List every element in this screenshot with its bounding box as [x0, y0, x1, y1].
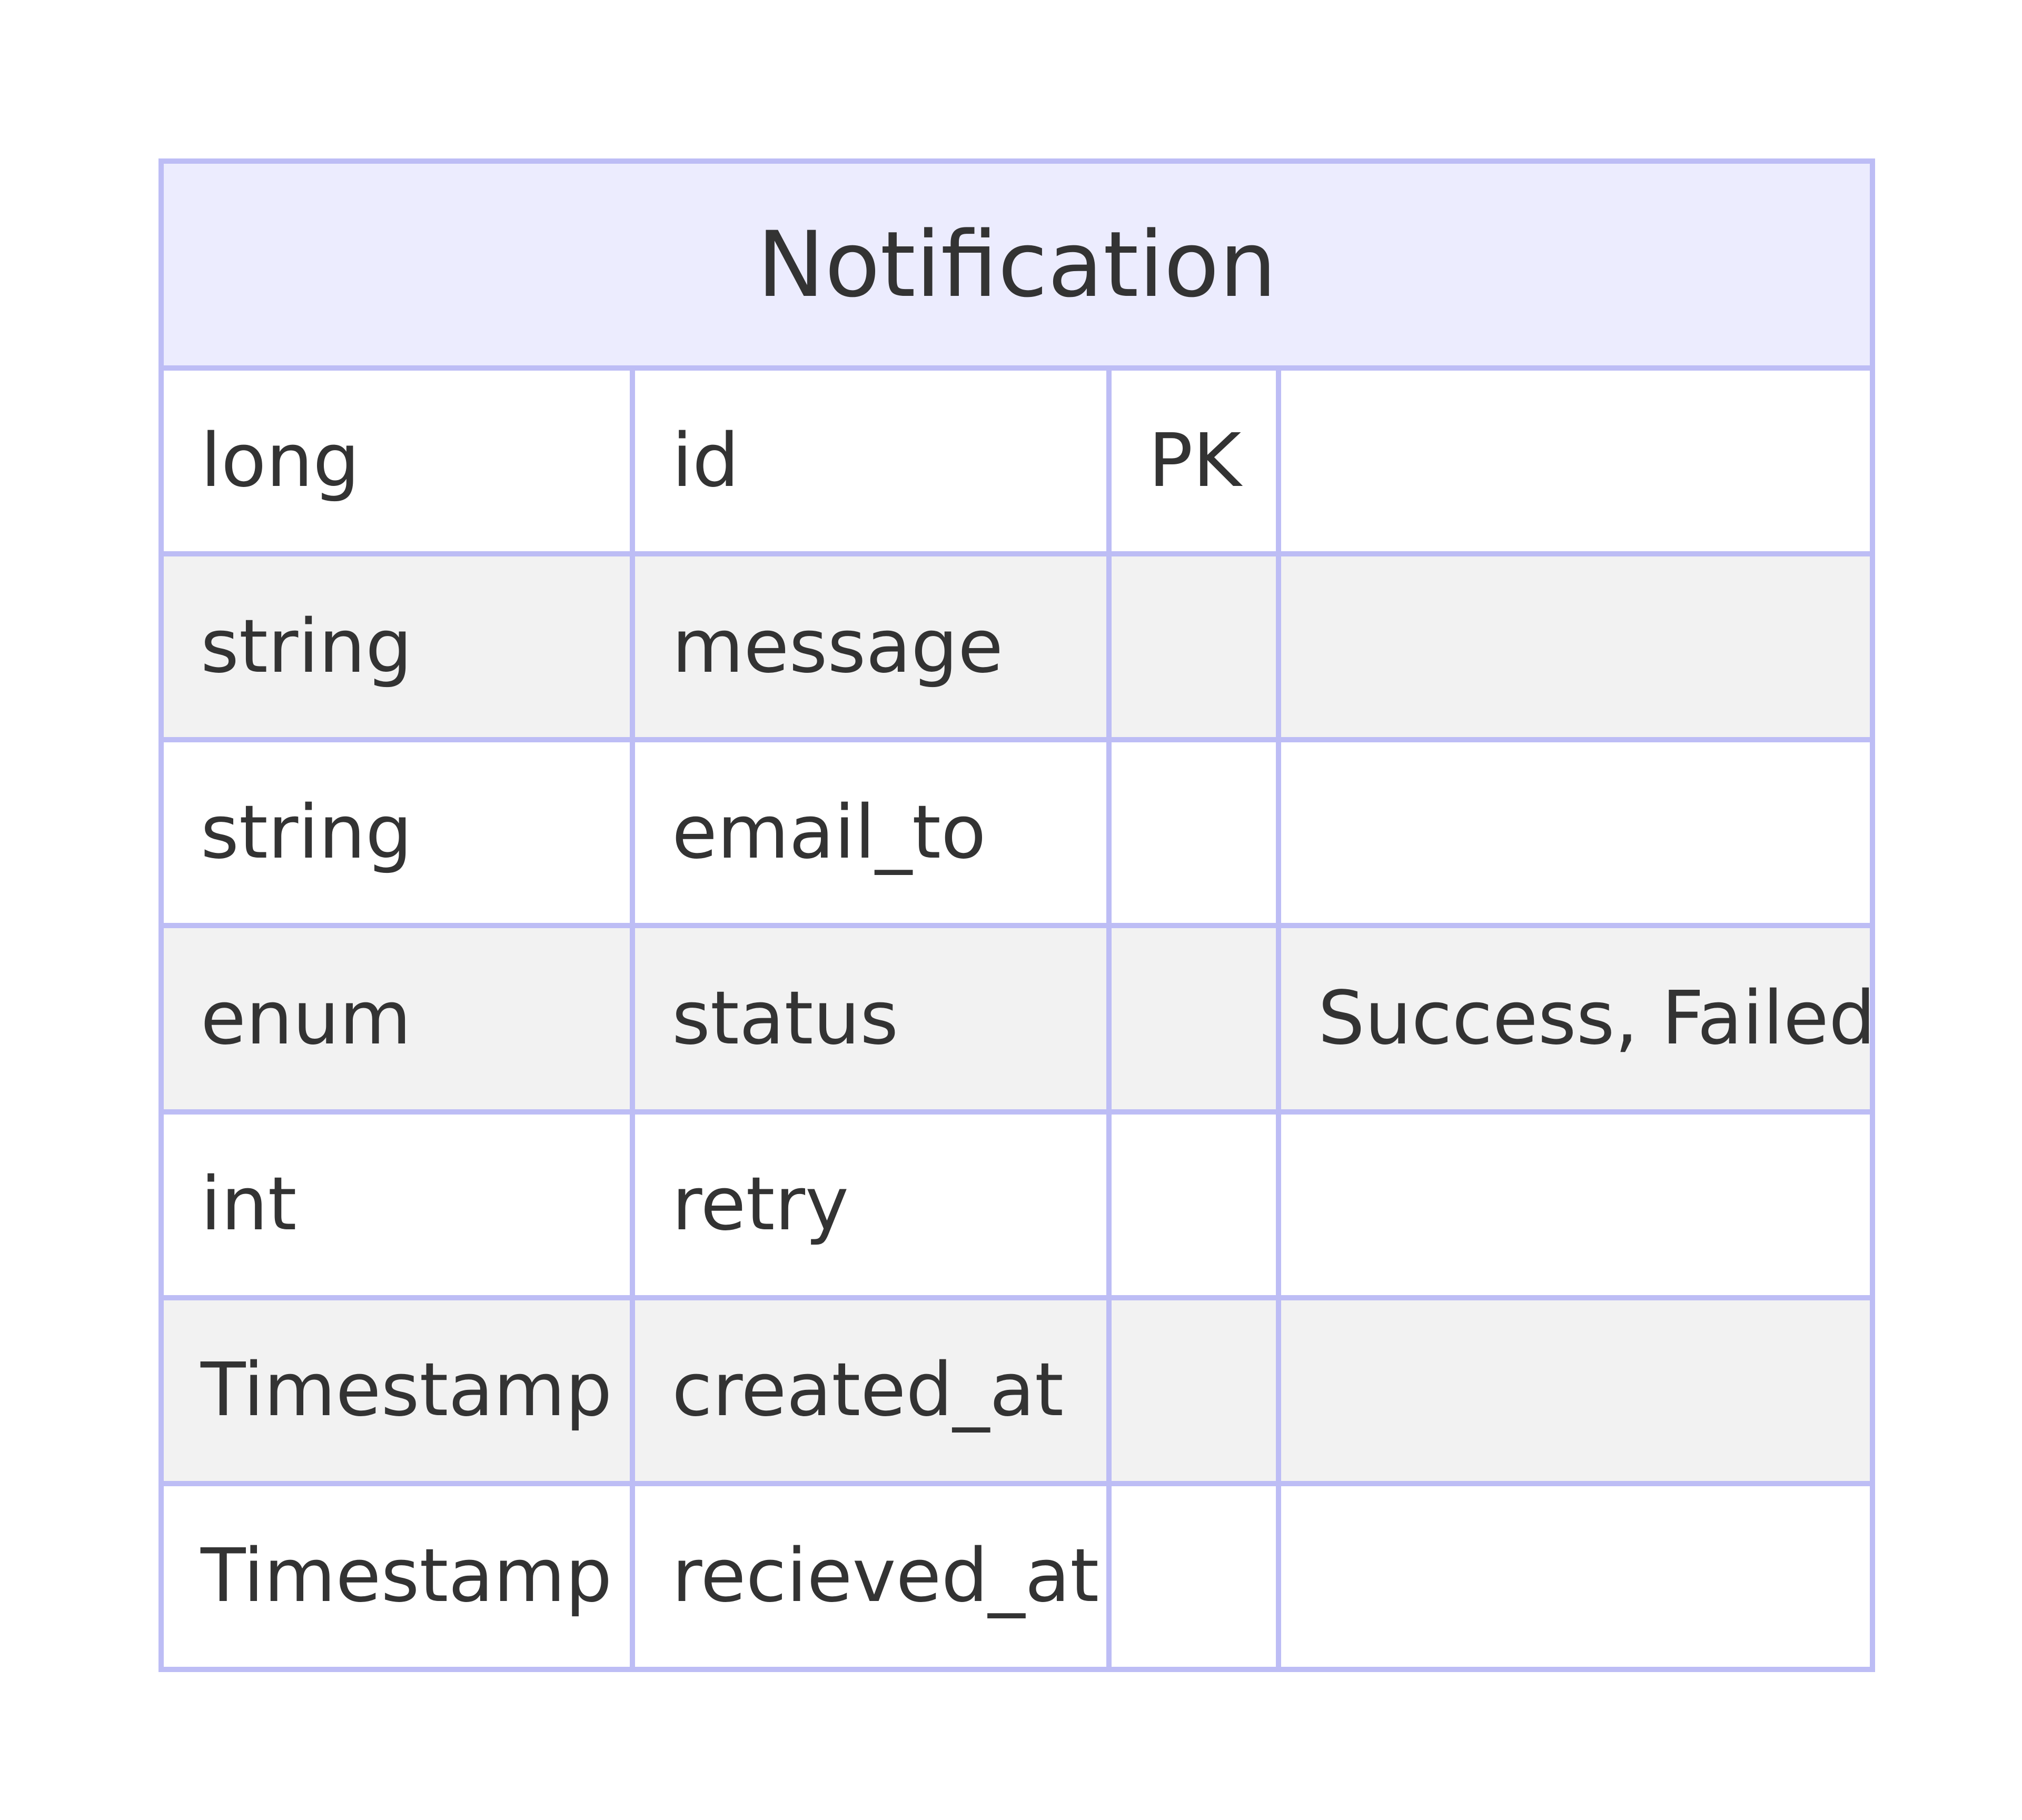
attribute-name: id [635, 371, 1112, 552]
attribute-name: status [635, 928, 1112, 1109]
attribute-key [1112, 742, 1281, 923]
attribute-key: PK [1112, 371, 1281, 552]
attribute-list: long id PK string message string email_t… [164, 371, 1870, 1667]
attribute-row: string message [164, 556, 1870, 743]
attribute-row: string email_to [164, 742, 1870, 929]
attribute-key [1112, 1300, 1281, 1481]
attribute-row: long id PK [164, 371, 1870, 557]
attribute-comment [1281, 556, 1870, 737]
entity-notification: Notification long id PK string message s… [158, 158, 1875, 1672]
attribute-type: enum [164, 928, 635, 1109]
attribute-name: email_to [635, 742, 1112, 923]
attribute-comment [1281, 371, 1870, 551]
attribute-key [1112, 1486, 1281, 1667]
attribute-comment [1281, 1486, 1870, 1667]
attribute-name: recieved_at [635, 1486, 1112, 1667]
attribute-comment [1281, 1115, 1870, 1295]
attribute-type: int [164, 1114, 635, 1295]
attribute-type: Timestamp [164, 1300, 635, 1481]
attribute-key [1112, 1114, 1281, 1295]
attribute-comment [1281, 1300, 1870, 1481]
attribute-row: enum status Success, Failed [164, 928, 1870, 1115]
attribute-comment: Success, Failed [1318, 975, 1870, 1061]
attribute-row: Timestamp created_at [164, 1300, 1870, 1486]
attribute-type: string [164, 556, 635, 738]
attribute-name: message [635, 556, 1112, 738]
attribute-key [1112, 928, 1281, 1109]
attribute-key [1112, 556, 1281, 738]
attribute-type: Timestamp [164, 1486, 635, 1667]
attribute-type: string [164, 742, 635, 923]
attribute-name: retry [635, 1114, 1112, 1295]
attribute-comment [1281, 742, 1870, 923]
attribute-row: Timestamp recieved_at [164, 1486, 1870, 1667]
attribute-row: int retry [164, 1114, 1870, 1300]
attribute-type: long [164, 371, 635, 552]
attribute-name: created_at [635, 1300, 1112, 1481]
entity-title: Notification [164, 164, 1870, 371]
